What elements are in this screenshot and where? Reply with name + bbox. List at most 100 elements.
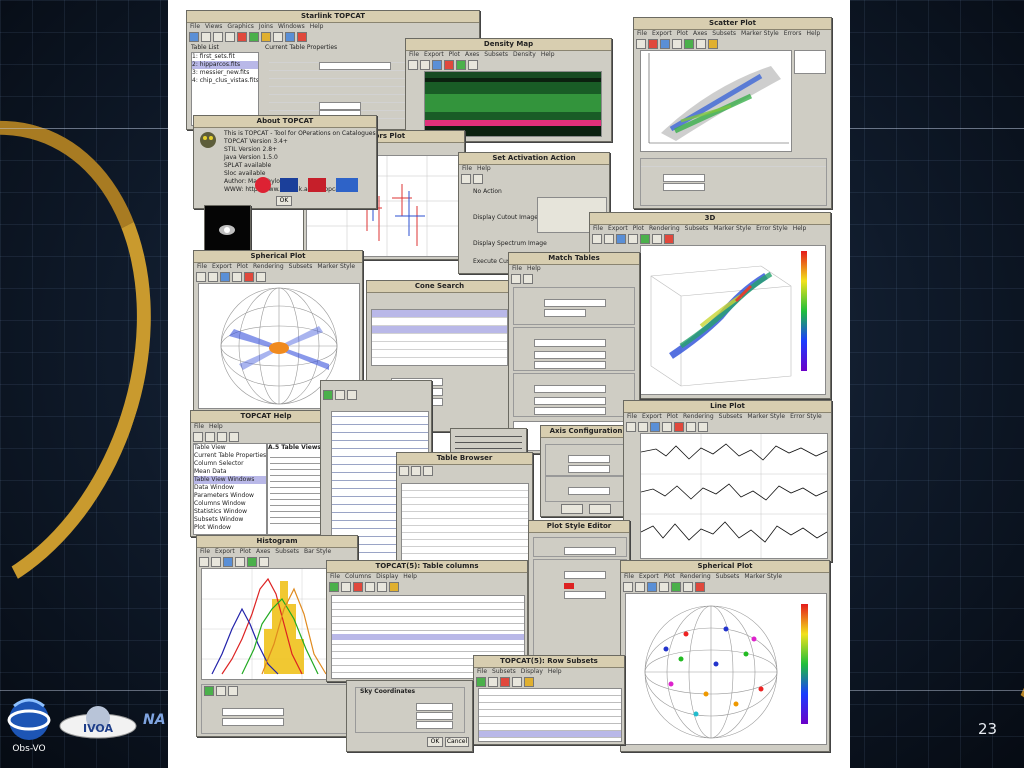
menu-file[interactable]: File <box>593 225 603 232</box>
sky-coords-window[interactable]: Sky Coordinates OK Cancel <box>346 680 473 752</box>
menu-plot[interactable]: Plot <box>449 51 460 58</box>
tool-icon[interactable] <box>696 39 706 49</box>
browse-icon[interactable] <box>213 32 223 42</box>
scatter-plot-area[interactable] <box>640 50 792 152</box>
tool-icon[interactable] <box>488 677 498 687</box>
tool-icon[interactable] <box>511 274 521 284</box>
histogram-column-select[interactable] <box>222 717 284 726</box>
legend-label-field[interactable] <box>564 547 616 555</box>
menu-subsets[interactable]: Subsets <box>712 30 736 37</box>
density-map-window[interactable]: Density Map File Export Plot Axes Subsets Den… <box>405 38 612 142</box>
menu-file[interactable]: File <box>330 573 340 580</box>
match-tables-window[interactable]: Match Tables File Help <box>508 252 640 454</box>
menu-file[interactable]: File <box>627 413 637 420</box>
selected-column-row[interactable] <box>332 634 524 640</box>
tool-icon[interactable] <box>638 422 648 432</box>
density-toolbar[interactable] <box>406 59 611 71</box>
help-tree-item[interactable]: Subsets Window <box>194 516 266 524</box>
menu-bar-style[interactable]: Bar Style <box>304 548 331 555</box>
tool-icon[interactable] <box>341 582 351 592</box>
stats-icon[interactable] <box>273 32 283 42</box>
menu-marker-style[interactable]: Marker Style <box>713 225 751 232</box>
subsets-menu-bar[interactable]: File Subsets Display Help <box>474 668 624 676</box>
menu-plot[interactable]: Plot <box>664 573 675 580</box>
table-list-item[interactable]: 1: first_sets.fit <box>192 53 258 61</box>
tool-icon[interactable] <box>616 234 626 244</box>
help-tree-item[interactable]: Plot Window <box>194 524 266 532</box>
menu-file[interactable]: File <box>624 573 634 580</box>
menu-plot[interactable]: Plot <box>633 225 644 232</box>
tool-icon[interactable] <box>640 234 650 244</box>
line-toolbar[interactable] <box>624 421 831 433</box>
tool-icon[interactable] <box>196 272 206 282</box>
menu-file[interactable]: File <box>512 265 522 272</box>
tool-icon[interactable] <box>476 677 486 687</box>
table-list-item[interactable]: 2: hipparcos.fits <box>192 61 258 69</box>
menu-export[interactable]: Export <box>424 51 444 58</box>
menu-columns[interactable]: Columns <box>345 573 371 580</box>
help-tree-item[interactable]: Data Window <box>194 484 266 492</box>
tool-icon[interactable] <box>399 466 409 476</box>
tool-icon[interactable] <box>217 432 227 442</box>
menu-axes[interactable]: Axes <box>693 30 707 37</box>
menu-export[interactable]: Export <box>212 263 232 270</box>
menu-marker-style[interactable]: Marker Style <box>741 30 779 37</box>
save-icon[interactable] <box>201 32 211 42</box>
tool-icon[interactable] <box>256 272 266 282</box>
tool-icon[interactable] <box>228 686 238 696</box>
menu-subsets[interactable]: Subsets <box>492 668 516 675</box>
match-toolbar[interactable] <box>509 273 639 285</box>
menu-errors[interactable]: Errors <box>784 30 802 37</box>
menu-help[interactable]: Help <box>793 225 807 232</box>
tool-icon[interactable] <box>389 582 399 592</box>
match-icon[interactable] <box>249 32 259 42</box>
columns-toolbar[interactable] <box>327 581 527 593</box>
tool-icon[interactable] <box>329 582 339 592</box>
tool-icon[interactable] <box>636 39 646 49</box>
menu-export[interactable]: Export <box>215 548 235 555</box>
scatter-toolbar[interactable] <box>634 38 831 50</box>
table-list-item[interactable]: 4: chip_clus_vistas.fits <box>192 77 258 85</box>
table2-dec[interactable] <box>534 406 606 415</box>
sky-ok-button[interactable]: OK <box>427 737 443 747</box>
sky-cancel-button[interactable]: Cancel <box>445 737 469 747</box>
sky-icon[interactable] <box>285 32 295 42</box>
tool-icon[interactable] <box>684 39 694 49</box>
histogram-control-buttons[interactable] <box>202 685 352 697</box>
tool-icon[interactable] <box>698 422 708 432</box>
activation-menu-bar[interactable]: File Help <box>459 165 609 173</box>
menu-file[interactable]: File <box>477 668 487 675</box>
main-menu-bar[interactable]: File Views Graphics Joins Windows Help <box>187 23 479 31</box>
help-tree-item[interactable]: Statistics Window <box>194 508 266 516</box>
table-browser-grid[interactable] <box>401 483 529 561</box>
axis-config-window[interactable]: Axis Configuration <box>540 425 632 517</box>
tool-icon[interactable] <box>647 582 657 592</box>
tool-icon[interactable] <box>660 39 670 49</box>
spherical-toolbar[interactable] <box>194 271 362 283</box>
line-menu-bar[interactable]: File Export Plot Rendering Subsets Marker Sty… <box>624 413 831 421</box>
tool-icon[interactable] <box>604 234 614 244</box>
tool-icon[interactable] <box>223 557 233 567</box>
tool-icon[interactable] <box>461 174 471 184</box>
menu-marker-style[interactable]: Marker Style <box>317 263 355 270</box>
menu-help[interactable]: Help <box>477 165 491 172</box>
plot3d-area[interactable] <box>640 245 826 395</box>
tool-icon[interactable] <box>211 557 221 567</box>
density-menu-bar[interactable]: File Export Plot Axes Subsets Density Help <box>406 51 611 59</box>
tool-icon[interactable] <box>708 39 718 49</box>
menu-density[interactable]: Density <box>513 51 536 58</box>
menu-help[interactable]: Help <box>310 23 324 30</box>
menu-subsets[interactable]: Subsets <box>484 51 508 58</box>
tool-icon[interactable] <box>648 39 658 49</box>
menu-file[interactable]: File <box>190 23 200 30</box>
ra-select[interactable] <box>416 720 453 729</box>
subsets-toolbar[interactable] <box>474 676 624 688</box>
table-list-item[interactable]: 3: messier_new.fits <box>192 69 258 77</box>
tool-icon[interactable] <box>208 272 218 282</box>
tool-icon[interactable] <box>592 234 602 244</box>
menu-plot[interactable]: Plot <box>667 413 678 420</box>
menu-subsets[interactable]: Subsets <box>716 573 740 580</box>
menu-file[interactable]: File <box>194 423 204 430</box>
columns-menu-bar[interactable]: File Columns Display Help <box>327 573 527 581</box>
scatter-plot-window[interactable]: Scatter Plot File Export Plot Axes Subsets Ma… <box>633 17 832 209</box>
